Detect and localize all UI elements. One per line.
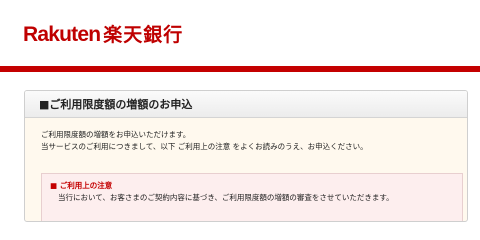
limit-increase-panel: ■ご利用限度額の増額のお申込 ご利用限度額の増額をお申込いただけます。 当サービ… bbox=[24, 90, 468, 222]
notice-title: ■ ご利用上の注意 bbox=[50, 181, 113, 190]
main-content: ■ご利用限度額の増額のお申込 ご利用限度額の増額をお申込いただけます。 当サービ… bbox=[0, 72, 480, 222]
panel-heading: ■ご利用限度額の増額のお申込 bbox=[25, 91, 467, 118]
logo-latin-text: Rakuten bbox=[23, 23, 101, 46]
intro-line: 当サービスのご利用につきまして、以下 ご利用上の注意 をよくお読みのうえ、お申込… bbox=[41, 142, 368, 151]
notice-text: 当行において、お客さまのご契約内容に基づき、ご利用限度額の増額の審査をさせていた… bbox=[58, 193, 394, 202]
rakuten-bank-logo[interactable]: Rakuten 楽天銀行 bbox=[23, 21, 183, 47]
site-header: Rakuten 楽天銀行 bbox=[0, 0, 480, 66]
usage-notice-box: ■ ご利用上の注意 当行において、お客さまのご契約内容に基づき、ご利用限度額の増… bbox=[41, 173, 463, 221]
intro-line: ご利用限度額の増額をお申込いただけます。 bbox=[41, 130, 191, 139]
panel-body: ご利用限度額の増額をお申込いただけます。 当サービスのご利用につきまして、以下 … bbox=[25, 118, 467, 153]
logo-japanese-text: 楽天銀行 bbox=[103, 24, 184, 46]
